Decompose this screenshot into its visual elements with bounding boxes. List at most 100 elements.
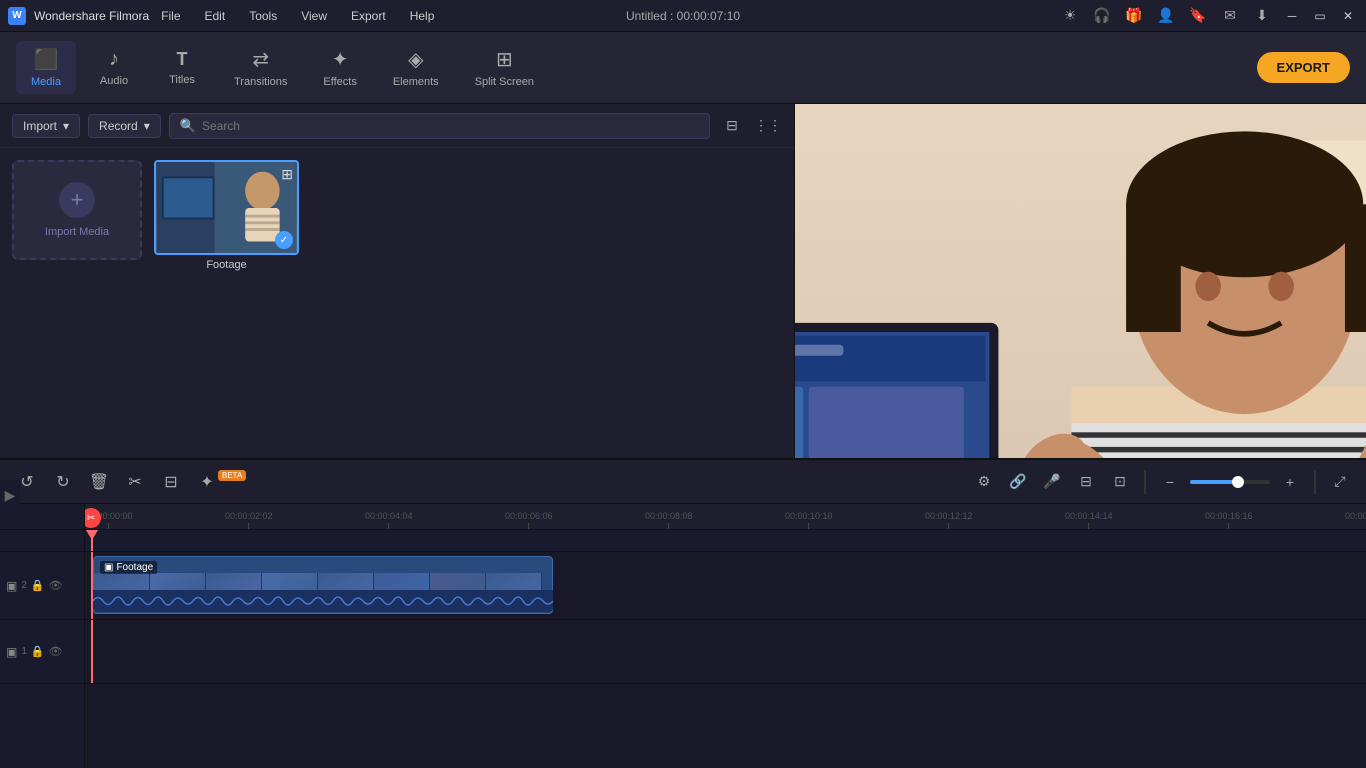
track-1-label: ▣ 1 🔒 👁 [0, 620, 84, 684]
mail-icon[interactable]: ✉ [1218, 4, 1242, 28]
workspace: Import ▾ Record ▾ 🔍 ⊟ ⋮⋮ [0, 104, 1366, 768]
footage-name: Footage [154, 259, 299, 271]
timeline-area: ↺ ↻ 🗑 ✂ ⊟ ✦ BETA ⚙ 🔗 🎤 ⊟ ⊡ − [0, 458, 1366, 768]
toolbar-titles[interactable]: T Titles [152, 43, 212, 92]
beta-container: ✦ BETA [192, 467, 246, 497]
menu-file[interactable]: File [157, 7, 184, 25]
clip-label: ▣ Footage [100, 561, 157, 574]
track-content: 00:00:00:00 00:00:02:02 00:00:04:04 00:0… [85, 504, 1366, 768]
import-label: Import [23, 119, 57, 133]
title-bar: W Wondershare Filmora File Edit Tools Vi… [0, 0, 1366, 32]
ruler-mark-8: 00:00:16:16 [1205, 511, 1253, 529]
track2-eye-button[interactable]: 👁 [49, 579, 63, 592]
grid-icon: ⊞ [281, 166, 293, 183]
cut-button[interactable]: ✂ [120, 467, 150, 497]
toolbar-audio[interactable]: ♪ Audio [84, 42, 144, 93]
bookmark-icon[interactable]: 🔖 [1186, 4, 1210, 28]
title-bar-right: ☀ 🎧 🎁 👤 🔖 ✉ ⬇ ─ ▭ ✕ [1058, 4, 1358, 28]
beta-badge: BETA [218, 470, 246, 481]
gift-icon[interactable]: 🎁 [1122, 4, 1146, 28]
add-track-area: ▶ [0, 480, 20, 510]
redo-button[interactable]: ↻ [48, 467, 78, 497]
subtitle-icon[interactable]: ⊟ [1072, 468, 1100, 496]
menu-tools[interactable]: Tools [245, 7, 281, 25]
media-item-footage[interactable]: ⊞ ✓ Footage [154, 160, 299, 271]
tl-separator [1144, 470, 1146, 494]
audio-track-icon[interactable]: 🎤 [1038, 468, 1066, 496]
zoom-in-icon[interactable]: + [1276, 468, 1304, 496]
toolbar: ⬛ Media ♪ Audio T Titles ⇄ Transitions ✦… [0, 32, 1366, 104]
tl-separator2 [1314, 470, 1316, 494]
import-dropdown[interactable]: Import ▾ [12, 114, 80, 138]
audio-waveform [93, 590, 553, 612]
video-track2-icon: ▣ [6, 579, 17, 593]
ruler-mark-7: 00:00:14:14 [1065, 511, 1113, 529]
pip-icon[interactable]: ⊡ [1106, 468, 1134, 496]
export-button[interactable]: EXPORT [1257, 52, 1350, 83]
menu-view[interactable]: View [297, 7, 331, 25]
app-logo: W [8, 7, 26, 25]
timeline-toolbar: ↺ ↻ 🗑 ✂ ⊟ ✦ BETA ⚙ 🔗 🎤 ⊟ ⊡ − [0, 460, 1366, 504]
toolbar-effects[interactable]: ✦ Effects [309, 41, 370, 94]
window-title: Untitled : 00:00:07:10 [626, 9, 740, 23]
toolbar-splitscreen[interactable]: ⊞ Split Screen [461, 41, 548, 94]
splitscreen-icon: ⊞ [496, 47, 513, 72]
media-toolbar: Import ▾ Record ▾ 🔍 ⊟ ⋮⋮ [0, 104, 794, 148]
track-2-label: ▣ 2 🔒 👁 [0, 552, 84, 620]
grid-view-icon[interactable]: ⋮⋮ [754, 112, 782, 140]
track-2-row: ▣ Footage [85, 552, 1366, 620]
video-track1-icon: ▣ [6, 645, 17, 659]
filter-icon[interactable]: ⊟ [718, 112, 746, 140]
headphones-icon[interactable]: 🎧 [1090, 4, 1114, 28]
track1-number: 1 [21, 646, 27, 657]
plus-icon: + [59, 182, 95, 218]
menu-help[interactable]: Help [406, 7, 439, 25]
ruler-mark-6: 00:00:12:12 [925, 511, 973, 529]
playhead-row: ✂ [85, 530, 1366, 552]
toolbar-elements[interactable]: ◈ Elements [379, 41, 453, 94]
adjust-button[interactable]: ⊟ [156, 467, 186, 497]
zoom-slider[interactable] [1190, 480, 1270, 484]
media-icon: ⬛ [34, 47, 59, 72]
clip-settings-icon[interactable]: ⚙ [970, 468, 998, 496]
clip-link-icon[interactable]: 🔗 [1004, 468, 1032, 496]
add-track-button[interactable]: ▶ [5, 487, 16, 504]
record-label: Record [99, 119, 138, 133]
track1-eye-button[interactable]: 👁 [49, 645, 63, 658]
delete-button[interactable]: 🗑 [84, 467, 114, 497]
sun-icon[interactable]: ☀ [1058, 4, 1082, 28]
app-name: Wondershare Filmora [34, 9, 149, 23]
ruler-mark-4: 00:00:08:08 [645, 511, 693, 529]
track2-number: 2 [21, 580, 27, 591]
timeline-tracks: ▣ 2 🔒 👁 ▣ 1 🔒 👁 00:00:00: [0, 504, 1366, 768]
transitions-label: Transitions [234, 76, 287, 88]
minimize-button[interactable]: ─ [1282, 6, 1302, 26]
search-input[interactable] [202, 119, 699, 133]
toolbar-media[interactable]: ⬛ Media [16, 41, 76, 94]
menu-edit[interactable]: Edit [201, 7, 230, 25]
track1-lock-button[interactable]: 🔒 [31, 645, 45, 658]
elements-label: Elements [393, 76, 439, 88]
close-button[interactable]: ✕ [1338, 6, 1358, 26]
fullscreen-timeline-button[interactable]: ⤢ [1326, 468, 1354, 496]
user-icon[interactable]: 👤 [1154, 4, 1178, 28]
timeline-ruler: 00:00:00:00 00:00:02:02 00:00:04:04 00:0… [85, 504, 1366, 530]
effects-icon: ✦ [332, 47, 349, 72]
titles-label: Titles [169, 74, 195, 86]
maximize-button[interactable]: ▭ [1310, 6, 1330, 26]
title-bar-left: W Wondershare Filmora File Edit Tools Vi… [8, 7, 438, 25]
menu-export[interactable]: Export [347, 7, 390, 25]
ruler-mark-5: 00:00:10:10 [785, 511, 833, 529]
elements-icon: ◈ [408, 47, 423, 72]
track2-lock-button[interactable]: 🔒 [31, 579, 45, 592]
import-media-button[interactable]: + Import Media [12, 160, 142, 260]
splitscreen-label: Split Screen [475, 76, 534, 88]
playhead-spacer [0, 530, 84, 552]
zoom-slider-container[interactable] [1190, 480, 1270, 484]
download-icon[interactable]: ⬇ [1250, 4, 1274, 28]
toolbar-transitions[interactable]: ⇄ Transitions [220, 41, 301, 94]
record-chevron-icon: ▾ [144, 119, 150, 133]
zoom-out-icon[interactable]: − [1156, 468, 1184, 496]
track-1-row [85, 620, 1366, 684]
record-dropdown[interactable]: Record ▾ [88, 114, 161, 138]
